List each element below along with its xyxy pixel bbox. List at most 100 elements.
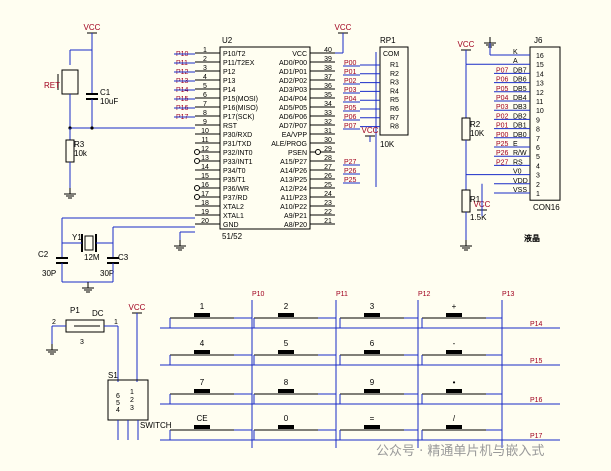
mcu-pin-name: AD3/P03 — [279, 87, 307, 94]
rp1-pin-label: R7 — [390, 115, 399, 122]
key-label: 0 — [284, 414, 289, 423]
key-actuator — [278, 389, 294, 393]
net-label: P05 — [496, 86, 509, 93]
mcu-pin-name: P37/RD — [223, 195, 248, 202]
c1-val: 10uF — [100, 97, 118, 106]
inversion-bubble — [194, 149, 200, 155]
keypad-col-net: P13 — [502, 291, 515, 298]
mcu-pin-num: 23 — [324, 200, 332, 207]
inversion-bubble — [194, 158, 200, 164]
rp1-pin-label: R1 — [390, 62, 399, 69]
mcu-pin-num: 34 — [324, 101, 332, 108]
mcu-pin-num: 19 — [201, 209, 209, 216]
lcd-pin-signal: DB7 — [513, 67, 527, 74]
mcu-pin-num: 13 — [201, 155, 209, 162]
mcu-pin-name: P13 — [223, 78, 236, 85]
key-label: 2 — [284, 302, 289, 311]
key-label: 7 — [200, 378, 205, 387]
rp1-ref: RP1 — [380, 36, 396, 45]
lcd-pin-num: 14 — [536, 71, 544, 78]
lcd-pin-num: 10 — [536, 108, 544, 115]
reset-button-label: RET — [44, 81, 60, 90]
mcu-pin-name: P10/T2 — [223, 51, 246, 58]
mcu-pin-name: P35/T1 — [223, 177, 246, 184]
lcd-connector-body — [529, 46, 561, 201]
key-actuator — [278, 313, 294, 317]
vcc-lcd-label: VCC — [458, 40, 475, 49]
mcu-pin-num: 15 — [201, 173, 209, 180]
vcc-switch-label: VCC — [129, 303, 146, 312]
mcu-pin-num: 14 — [201, 164, 209, 171]
lcd-pin-num: 7 — [536, 136, 540, 143]
switch-pin: 2 — [130, 397, 134, 404]
key-actuator — [278, 425, 294, 429]
mcu-pin-num: 37 — [324, 74, 332, 81]
keypad-col-net: P12 — [418, 291, 431, 298]
lcd-pin-num: 3 — [536, 173, 540, 180]
power-switch-body — [107, 379, 149, 421]
mcu-pin-num: 1 — [203, 47, 207, 54]
jack-pin: 1 — [114, 319, 118, 326]
key-actuator — [194, 313, 210, 317]
mcu-pin-num: 30 — [324, 137, 332, 144]
lcd-pin-num: 12 — [536, 90, 544, 97]
net-label: P04 — [496, 95, 509, 102]
mcu-part: 51/52 — [222, 232, 243, 241]
key-label: 5 — [284, 339, 289, 348]
net-label: P01 — [496, 123, 509, 130]
lcd-pin-num: 16 — [536, 53, 544, 60]
lcd-pin-num: 15 — [536, 62, 544, 69]
key-actuator — [194, 389, 210, 393]
mcu-pin-num: 33 — [324, 110, 332, 117]
mcu-pin-num: 29 — [324, 146, 332, 153]
mcu-pin-num: 8 — [203, 110, 207, 117]
net-label: P03 — [496, 104, 509, 111]
net-label: P27 — [496, 159, 509, 166]
mcu-pin-name: A14/P26 — [280, 168, 307, 175]
net-label: P26 — [496, 150, 509, 157]
mcu-pin-num: 18 — [201, 200, 209, 207]
lcd-pin-num: 6 — [536, 145, 540, 152]
mcu-pin-num: 40 — [324, 47, 332, 54]
mcu-pin-name: AD0/P00 — [279, 60, 307, 67]
r3-val: 10k — [74, 149, 88, 158]
inversion-bubble — [194, 185, 200, 191]
mcu-pin-name: RST — [223, 123, 238, 130]
key-actuator — [364, 313, 380, 317]
mcu-pin-num: 25 — [324, 182, 332, 189]
mcu-pin-name: PSEN — [288, 150, 307, 157]
lcd-pin-num: 1 — [536, 191, 540, 198]
rp1-pin-label: R8 — [390, 124, 399, 131]
lcd-pin-signal: A — [513, 58, 518, 65]
r3-ref: R3 — [74, 140, 85, 149]
mcu-pin-name: P15(MOSI) — [223, 96, 258, 103]
lcd-part: CON16 — [533, 203, 560, 212]
keypad-row-net: P14 — [530, 321, 543, 328]
mcu-pin-num: 16 — [201, 182, 209, 189]
key-actuator — [446, 389, 462, 393]
jack-label: DC — [92, 309, 104, 318]
mcu-pin-name: XTAL2 — [223, 204, 244, 211]
crystal-val: 12M — [84, 253, 100, 262]
c1-ref: C1 — [100, 88, 111, 97]
net-label: P25 — [496, 141, 509, 148]
mcu-pin-num: 20 — [201, 218, 209, 225]
net-label: P00 — [496, 132, 509, 139]
lcd-pin-num: 5 — [536, 154, 540, 161]
lcd-ref: J6 — [534, 36, 543, 45]
mcu-pin-name: P11/T2EX — [223, 60, 255, 67]
keypad-col-net: P10 — [252, 291, 265, 298]
mcu-pin-num: 24 — [324, 191, 332, 198]
mcu-pin-name: P34/T0 — [223, 168, 246, 175]
crystal-body — [84, 235, 94, 251]
mcu-pin-num: 3 — [203, 65, 207, 72]
lcd-pin-num: 13 — [536, 81, 544, 88]
mcu-pin-name: P14 — [223, 87, 236, 94]
lcd-pin-signal: DB2 — [513, 113, 527, 120]
lcd-pin-signal: VDD — [513, 178, 528, 185]
lcd-pin-signal: R/W — [513, 150, 527, 157]
key-label: 9 — [370, 378, 375, 387]
key-label: - — [453, 339, 456, 348]
rp1-pin-label: R2 — [390, 71, 399, 78]
key-actuator — [364, 425, 380, 429]
